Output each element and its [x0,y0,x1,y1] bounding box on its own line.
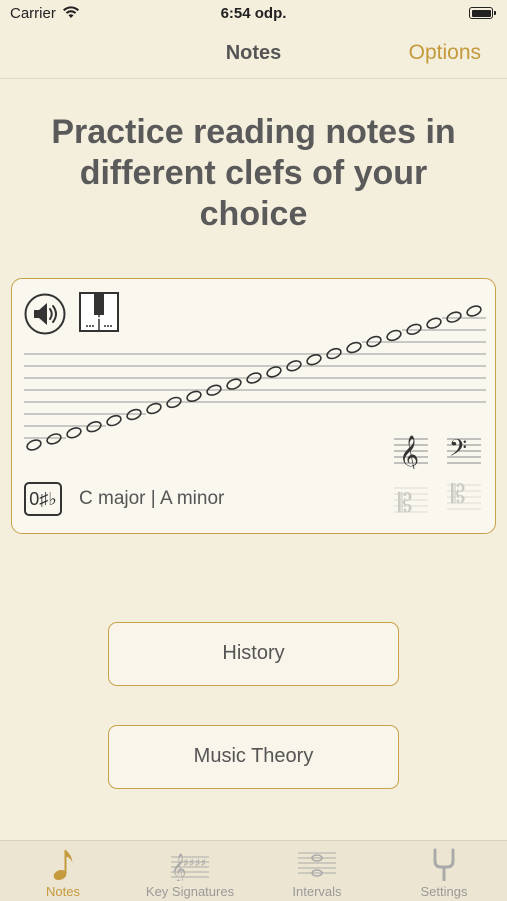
note-head [106,414,122,427]
tuning-fork-icon [433,848,455,881]
note-head [266,366,282,378]
note-head [306,354,322,366]
note-head [446,311,462,323]
history-button[interactable]: History [108,622,399,686]
piano-keyboard-icon[interactable] [79,292,119,332]
key-signature-button[interactable]: 0♯♭ [24,482,62,516]
tab-bar: Notes 𝄞 ♯♯♯♯ Key Signatures Intervals Se… [0,840,507,901]
headline: Practice reading notes in different clef… [0,112,507,235]
headline-line: different clefs of your [79,154,428,192]
svg-text:𝄢: 𝄢 [449,434,467,467]
tab-notes[interactable]: Notes [0,841,126,901]
note-head [46,433,62,445]
note-head [86,421,102,433]
note-head [226,378,242,390]
navigation-bar: Notes Options [0,30,507,79]
tab-label: Intervals [292,884,342,899]
svg-text:𝄡: 𝄡 [451,480,466,510]
tab-settings[interactable]: Settings [381,841,507,901]
note-head [186,390,202,402]
note-head [26,439,42,451]
note-head [466,305,482,317]
key-signatures-icon: 𝄞 ♯♯♯♯ [171,853,209,881]
svg-text:♯♯♯♯: ♯♯♯♯ [183,856,206,870]
treble-clef-icon[interactable]: 𝄞 [392,433,430,469]
notes-preview-card[interactable]: 0♯♭ C major | A minor 𝄞 𝄢 𝄡 𝄡 [11,278,496,534]
bass-clef-icon[interactable]: 𝄢 [445,433,483,469]
note-head [386,329,402,342]
battery-icon [469,7,496,19]
tab-label: Key Signatures [145,884,235,899]
svg-text:𝄡: 𝄡 [398,489,413,518]
alto-clef-icon[interactable]: 𝄡 [392,482,430,518]
clock: 6:54 odp. [220,5,287,22]
key-signature-label: C major | A minor [79,488,225,509]
note-head [346,341,362,354]
tenor-clef-icon[interactable]: 𝄡 [445,479,483,515]
note-head [66,427,82,439]
music-theory-button[interactable]: Music Theory [108,725,399,789]
tab-intervals[interactable]: Intervals [254,841,380,901]
options-button[interactable]: Options [409,41,481,65]
note-head [426,317,442,329]
note-head [146,402,162,415]
tab-key-signatures[interactable]: 𝄞 ♯♯♯♯ Key Signatures [127,841,253,901]
speaker-icon[interactable] [24,293,66,335]
eighth-note-icon [53,850,73,881]
headline-line: choice [199,195,308,233]
headline-line: Practice reading notes in [51,113,456,151]
svg-text:𝄞: 𝄞 [399,435,419,469]
tab-label: Settings [420,884,468,899]
tab-label: Notes [46,884,80,899]
intervals-icon [298,852,336,877]
status-bar: Carrier 6:54 odp. [0,0,507,30]
note-head [406,323,422,335]
